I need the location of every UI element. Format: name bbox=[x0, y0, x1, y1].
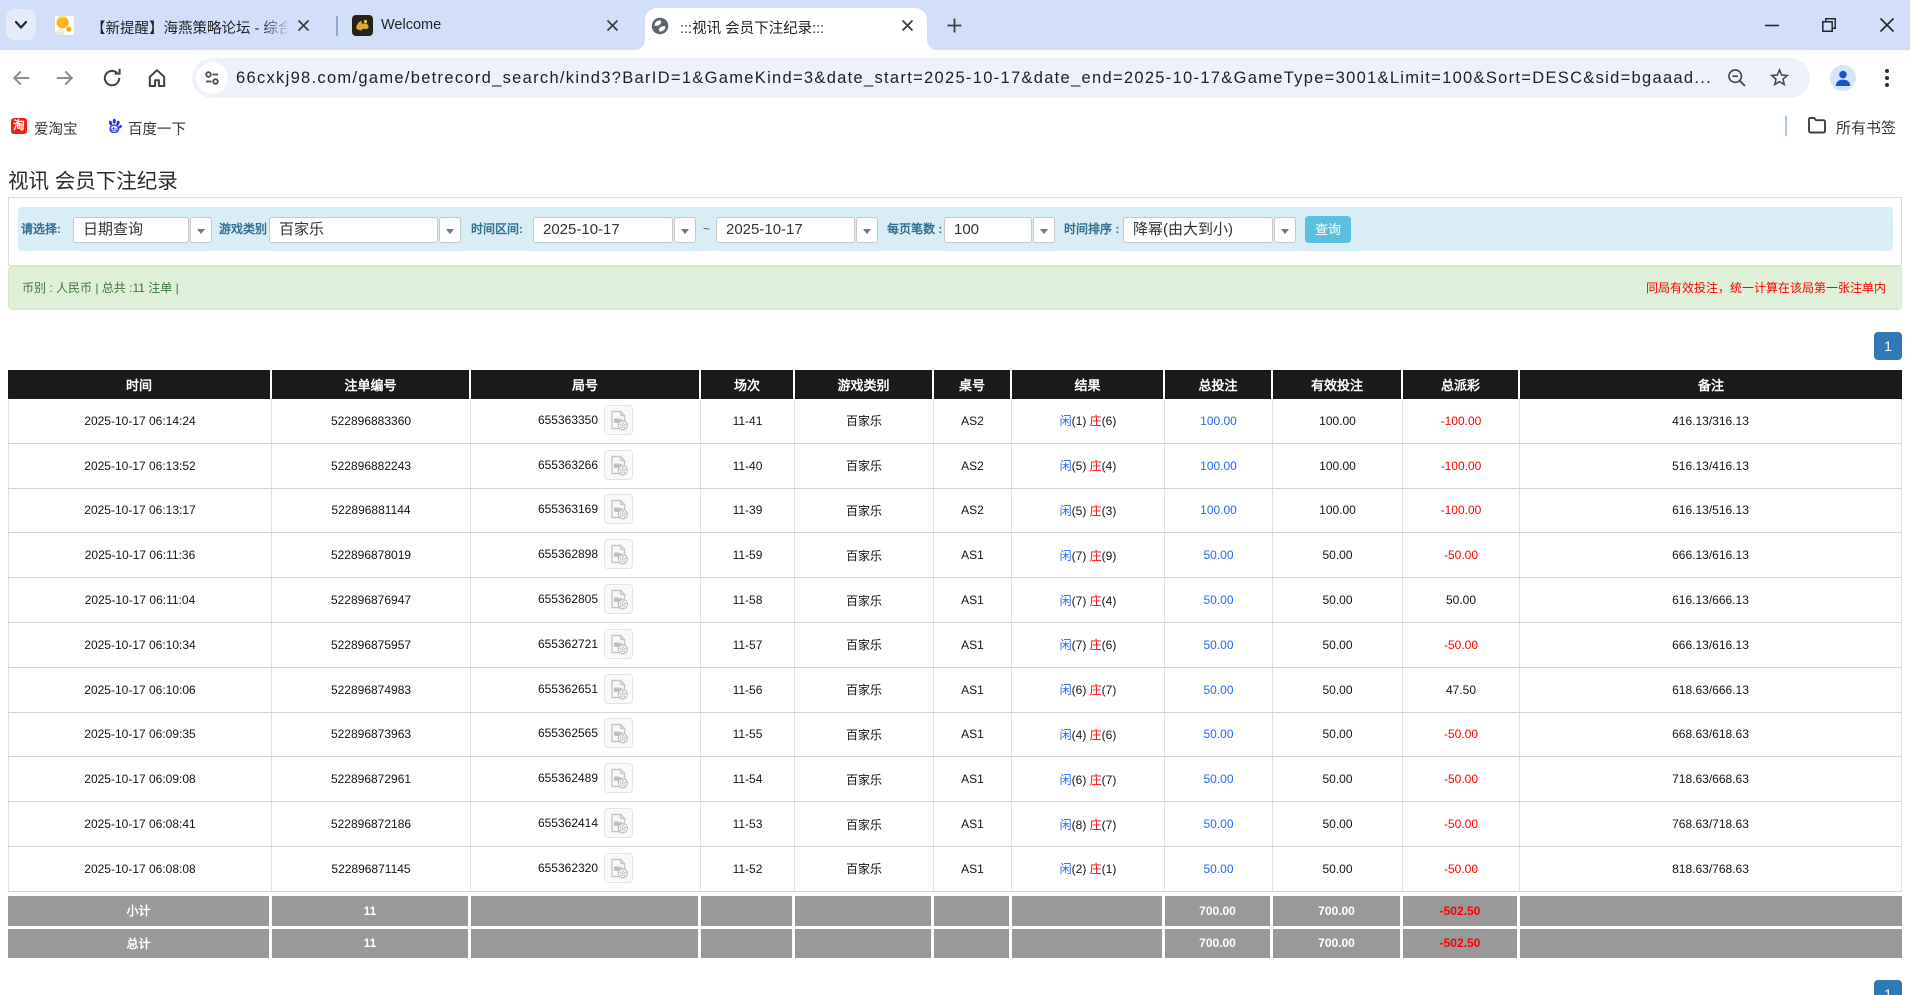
svg-text:du: du bbox=[111, 127, 118, 133]
